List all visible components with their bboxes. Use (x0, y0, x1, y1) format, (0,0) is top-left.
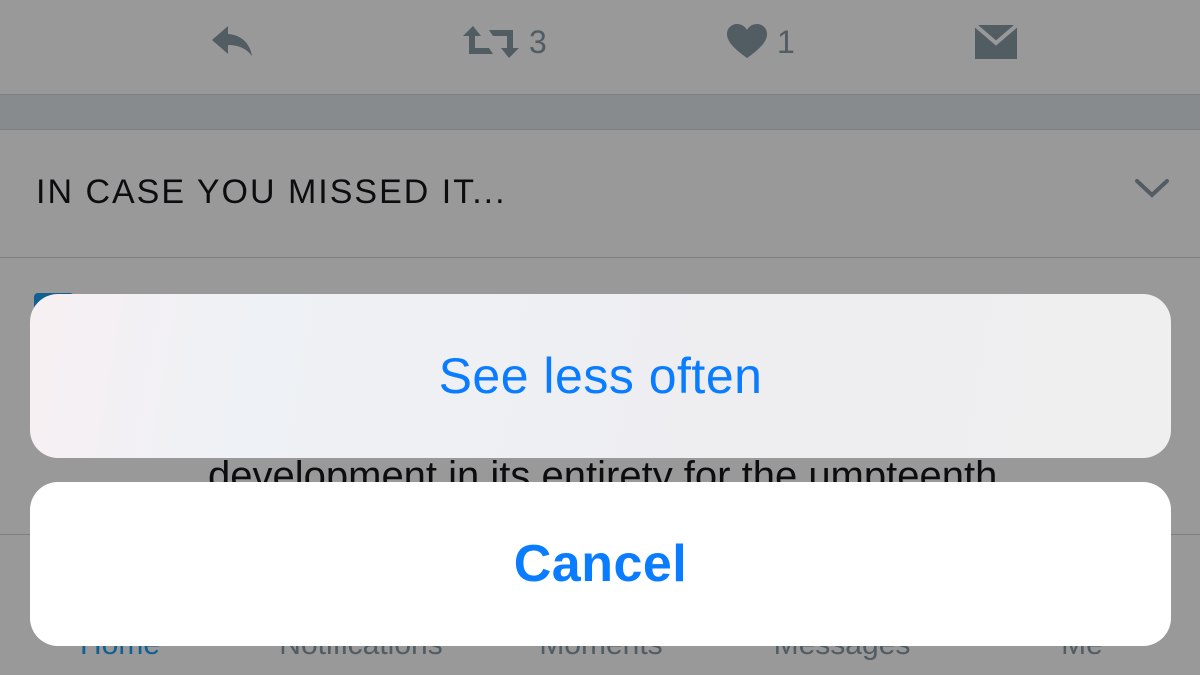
see-less-often-label: See less often (438, 348, 763, 404)
screen: 3 1 IN CASE YOU MISSED IT... development… (0, 0, 1200, 675)
see-less-often-button[interactable]: See less often (30, 294, 1171, 458)
cancel-label: Cancel (513, 535, 688, 593)
cancel-button[interactable]: Cancel (30, 482, 1171, 646)
